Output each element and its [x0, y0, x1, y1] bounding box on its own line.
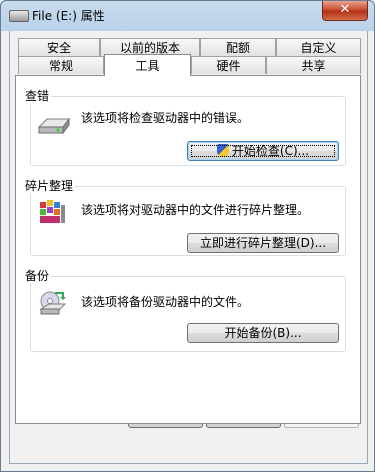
defrag-description: 该选项将对驱动器中的文件进行碎片整理。 — [81, 203, 310, 217]
backup-now-button[interactable]: 开始备份(B)... — [187, 323, 339, 343]
check-now-button[interactable]: 开始检查(C)... — [187, 141, 339, 161]
tools-panel: 查错 该选项将检查驱动器中的错误。 开始检查(C)... 碎片整理 该选项将对驱… — [15, 75, 361, 424]
tab-quota[interactable]: 配额 — [200, 38, 276, 56]
defrag-title: 碎片整理 — [23, 177, 76, 194]
title-bar[interactable]: File (E:) 属性 ✕ — [1, 1, 374, 31]
backup-icon — [39, 291, 67, 315]
close-button[interactable]: ✕ — [322, 1, 368, 21]
drive-icon — [9, 10, 29, 22]
tab-customize[interactable]: 自定义 — [276, 38, 361, 56]
defrag-now-button[interactable]: 立即进行碎片整理(D)... — [187, 233, 339, 253]
backup-title: 备份 — [23, 267, 52, 284]
error-check-group: 查错 该选项将检查驱动器中的错误。 开始检查(C)... — [23, 87, 346, 166]
properties-window: File (E:) 属性 ✕ 安全 以前的版本 配额 自定义 常规 工具 硬件 … — [0, 0, 375, 472]
drive-icon — [37, 117, 70, 135]
tab-hardware[interactable]: 硬件 — [191, 56, 266, 74]
window-title: File (E:) 属性 — [32, 9, 105, 23]
tab-sharing[interactable]: 共享 — [266, 56, 361, 74]
backup-description: 该选项将备份驱动器中的文件。 — [81, 295, 250, 309]
error-check-description: 该选项将检查驱动器中的错误。 — [81, 111, 250, 125]
defrag-icon — [40, 200, 65, 223]
tab-tools[interactable]: 工具 — [104, 54, 191, 76]
tab-security[interactable]: 安全 — [18, 38, 100, 56]
defrag-group: 碎片整理 该选项将对驱动器中的文件进行碎片整理。 立即进行碎片整理(D)... — [23, 177, 346, 256]
error-check-title: 查错 — [23, 87, 52, 104]
tab-general[interactable]: 常规 — [18, 56, 104, 74]
backup-group: 备份 该选项将备份驱动器中的文件。 开始备份(B)... — [23, 267, 346, 352]
